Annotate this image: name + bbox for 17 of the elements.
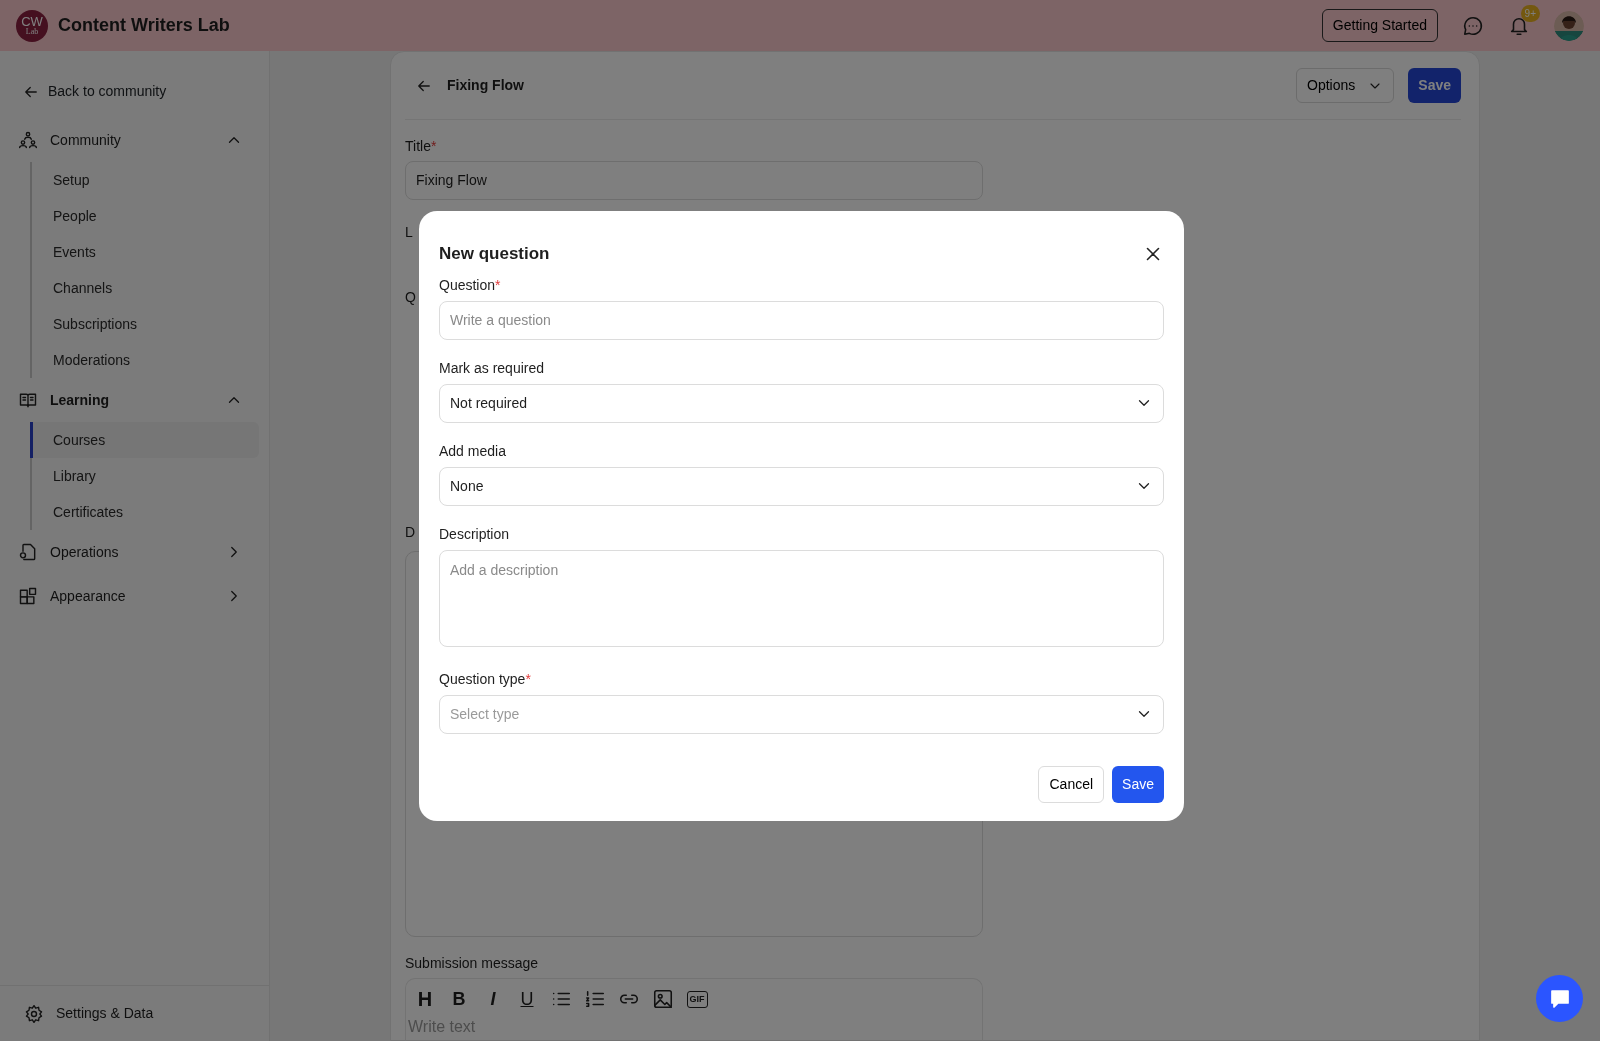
field-label: Question* [439,275,502,295]
page-title: Fixing Flow [447,76,524,95]
back-label: Back to community [48,82,167,101]
field-label: Title* [405,137,438,156]
field-label: Submission message [405,954,540,973]
notification-badge: 9+ [1520,4,1540,22]
field-label: L [405,223,413,242]
field-label: Q [405,288,416,307]
field-label: Question type* [439,669,532,689]
field-label: Add media [439,441,507,461]
modal-title: New question [439,243,550,265]
field-label: Description [439,524,511,544]
logo-subtext: Lab [25,28,39,36]
logo-text: CW [21,15,43,28]
field-label: Mark as required [439,358,546,378]
field-label: D [405,523,416,542]
app-name: Content Writers Lab [58,14,230,37]
